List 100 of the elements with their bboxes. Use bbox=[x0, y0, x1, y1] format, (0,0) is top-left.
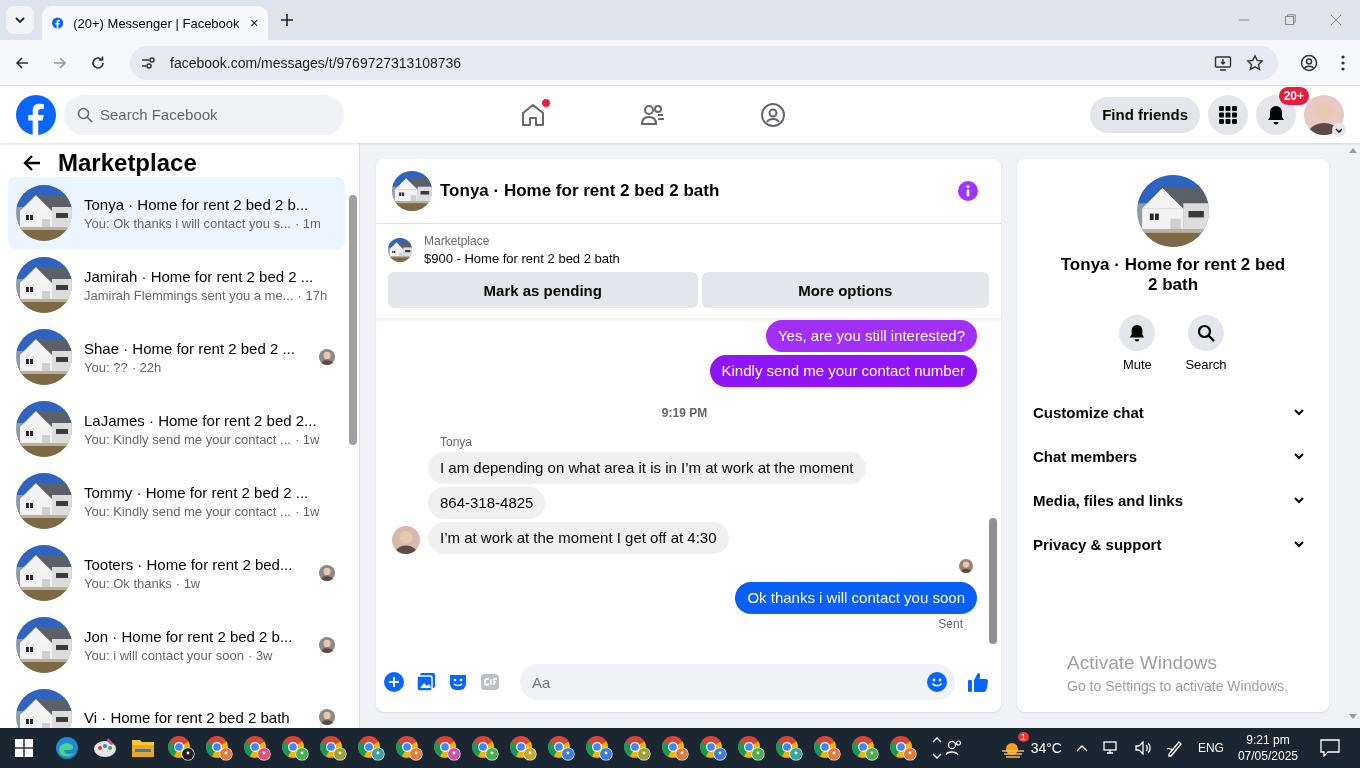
folder-icon[interactable] bbox=[131, 737, 155, 759]
info-icon[interactable] bbox=[957, 180, 979, 202]
search-field[interactable]: Search Facebook bbox=[64, 94, 344, 135]
conversation-title: Shae · Home for rent 2 bed 2 ... bbox=[84, 339, 296, 357]
conversation-item[interactable]: Tonya · Home for rent 2 bed 2 b... You: Ok thanks i will contact you s... · 1m bbox=[8, 177, 345, 249]
accordion-row[interactable]: Customize chat bbox=[1033, 390, 1313, 434]
conversation-title: Jon · Home for rent 2 bed 2 b... bbox=[84, 627, 294, 645]
conversation-item[interactable]: Jamirah · Home for rent 2 bed 2 ... Jamirah Flemmings sent you a me... · 17h bbox=[8, 249, 345, 321]
conversation-item[interactable]: Shae · Home for rent 2 bed 2 ... You: ?? · 22h bbox=[8, 321, 345, 393]
chrome-profile-icon[interactable] bbox=[623, 735, 651, 761]
forward-icon[interactable] bbox=[52, 54, 68, 71]
people-icon[interactable] bbox=[944, 739, 963, 757]
activation-title: Activate Windows bbox=[1067, 652, 1218, 674]
maximize-icon[interactable] bbox=[1284, 14, 1296, 26]
conversation-item[interactable]: Tommy · Home for rent 2 bed 2 ... You: Kindly send me your contact ... · 1w bbox=[8, 465, 345, 537]
address-field[interactable]: facebook.com/messages/t/9769727313108736 bbox=[130, 45, 1278, 80]
groups-icon[interactable] bbox=[760, 101, 787, 128]
listing-action-button[interactable]: Mark as pending bbox=[388, 272, 698, 308]
new-tab-icon[interactable] bbox=[280, 13, 294, 27]
chrome-profile-icon[interactable] bbox=[699, 735, 727, 761]
chrome-profile-icon[interactable] bbox=[243, 735, 271, 761]
conversation-title: Tonya · Home for rent 2 bed 2 b... bbox=[84, 195, 310, 213]
scroll-up-icon[interactable] bbox=[932, 736, 942, 743]
listing-action-button[interactable]: More options bbox=[701, 272, 989, 308]
more-icon[interactable] bbox=[1340, 53, 1346, 72]
chrome-profile-icon[interactable] bbox=[661, 735, 689, 761]
weather-badge: 1 bbox=[1017, 732, 1029, 742]
search-icon bbox=[77, 106, 93, 123]
reload-icon[interactable] bbox=[90, 54, 106, 71]
back-icon[interactable] bbox=[14, 54, 30, 71]
chrome-profile-icon[interactable] bbox=[509, 735, 537, 761]
scroll-down-icon[interactable] bbox=[932, 753, 942, 760]
clock-date[interactable]: 07/05/2025 bbox=[1237, 748, 1298, 764]
chrome-profile-icon[interactable] bbox=[319, 735, 347, 761]
chrome-profile-icon[interactable] bbox=[813, 735, 841, 761]
mute-button[interactable] bbox=[1119, 315, 1156, 351]
url-text: facebook.com/messages/t/9769727313108736 bbox=[170, 54, 462, 71]
temperature: 34°C bbox=[1030, 740, 1062, 756]
message-preview: Jamirah Flemmings sent you a me... bbox=[84, 287, 294, 303]
chrome-profile-icon[interactable] bbox=[471, 735, 499, 761]
chevron-down-icon[interactable] bbox=[1332, 122, 1346, 137]
chrome-profile-icon[interactable] bbox=[547, 735, 575, 761]
menu-button[interactable] bbox=[1208, 94, 1248, 135]
find-friends-button[interactable]: Find friends bbox=[1090, 96, 1200, 133]
accordion-row[interactable]: Media, files and links bbox=[1033, 478, 1313, 522]
network-icon[interactable] bbox=[1101, 740, 1120, 756]
chrome-profile-icon[interactable] bbox=[889, 735, 917, 761]
conversation-title: LaJames · Home for rent 2 bed 2... bbox=[84, 411, 318, 429]
chevron-down-icon bbox=[14, 14, 26, 26]
accordion-row[interactable]: Chat members bbox=[1033, 434, 1313, 478]
chrome-profile-icon[interactable] bbox=[357, 735, 385, 761]
chrome-profile-icon[interactable] bbox=[433, 735, 461, 761]
site-settings-icon[interactable] bbox=[140, 54, 156, 71]
chrome-profile-icon[interactable] bbox=[167, 735, 195, 761]
listing-title[interactable]: $900 - Home for rent 2 bed 2 bath bbox=[424, 251, 620, 266]
delivery-status: Sent bbox=[937, 617, 963, 631]
message-field[interactable]: Aa bbox=[520, 664, 955, 700]
conversation-title: Tooters · Home for rent 2 bed... bbox=[84, 555, 294, 573]
chrome-profile-icon[interactable] bbox=[585, 735, 613, 761]
close-icon[interactable] bbox=[249, 17, 258, 29]
conversation-item[interactable]: Jon · Home for rent 2 bed 2 b... You: i will contact your soon · 3w bbox=[8, 609, 345, 681]
chrome-profile-icon[interactable] bbox=[395, 735, 423, 761]
emoji-icon[interactable] bbox=[927, 672, 947, 692]
conversation-title: Tommy · Home for rent 2 bed 2 ... bbox=[84, 483, 310, 501]
photo-icon[interactable] bbox=[416, 672, 436, 692]
listing-source: Marketplace bbox=[424, 234, 491, 248]
star-icon[interactable] bbox=[1246, 53, 1264, 72]
chrome-profile-icon[interactable] bbox=[737, 735, 765, 761]
search-button[interactable] bbox=[1188, 315, 1224, 351]
conversation-item[interactable]: LaJames · Home for rent 2 bed 2... You: Kindly send me your contact ... · 1w bbox=[8, 393, 345, 465]
message-preview: You: Kindly send me your contact ... bbox=[84, 431, 291, 447]
profile-icon[interactable] bbox=[1300, 53, 1318, 72]
activation-text: Go to Settings to activate Windows. bbox=[1067, 678, 1289, 694]
clock-time[interactable]: 9:21 pm bbox=[1246, 732, 1290, 748]
palette-icon[interactable] bbox=[92, 736, 118, 760]
message-time: · 3w bbox=[247, 647, 273, 663]
chrome-profile-icon[interactable] bbox=[851, 735, 879, 761]
chevron-up-icon[interactable] bbox=[1075, 744, 1088, 752]
volume-icon[interactable] bbox=[1133, 740, 1152, 756]
back-icon[interactable] bbox=[22, 153, 42, 173]
tab-list-button[interactable] bbox=[6, 6, 34, 34]
chrome-profile-icon[interactable] bbox=[775, 735, 803, 761]
message-timestamp: 9:19 PM bbox=[660, 406, 709, 420]
conversation-item[interactable]: Tooters · Home for rent 2 bed... You: Ok thanks · 1w bbox=[8, 537, 345, 609]
sticker-icon[interactable] bbox=[448, 672, 468, 692]
browser-tab[interactable]: (20+) Messenger | Facebook bbox=[42, 6, 268, 40]
home-icon[interactable] bbox=[520, 101, 547, 128]
language-indicator[interactable]: ENG bbox=[1197, 741, 1224, 755]
edge-icon[interactable] bbox=[55, 736, 79, 760]
pen-icon[interactable] bbox=[1165, 739, 1184, 757]
accordion-row[interactable]: Privacy & support bbox=[1033, 522, 1313, 566]
chrome-profile-icon[interactable] bbox=[281, 735, 309, 761]
plus-icon[interactable] bbox=[384, 672, 404, 692]
notification-center-icon[interactable] bbox=[1320, 739, 1340, 757]
facebook-logo-icon[interactable] bbox=[16, 94, 56, 135]
start-icon[interactable] bbox=[15, 739, 33, 757]
chrome-profile-icon[interactable] bbox=[205, 735, 233, 761]
thumbs-up-icon[interactable] bbox=[967, 671, 989, 693]
install-icon[interactable] bbox=[1214, 53, 1232, 72]
action-label: Mute bbox=[1122, 357, 1152, 372]
